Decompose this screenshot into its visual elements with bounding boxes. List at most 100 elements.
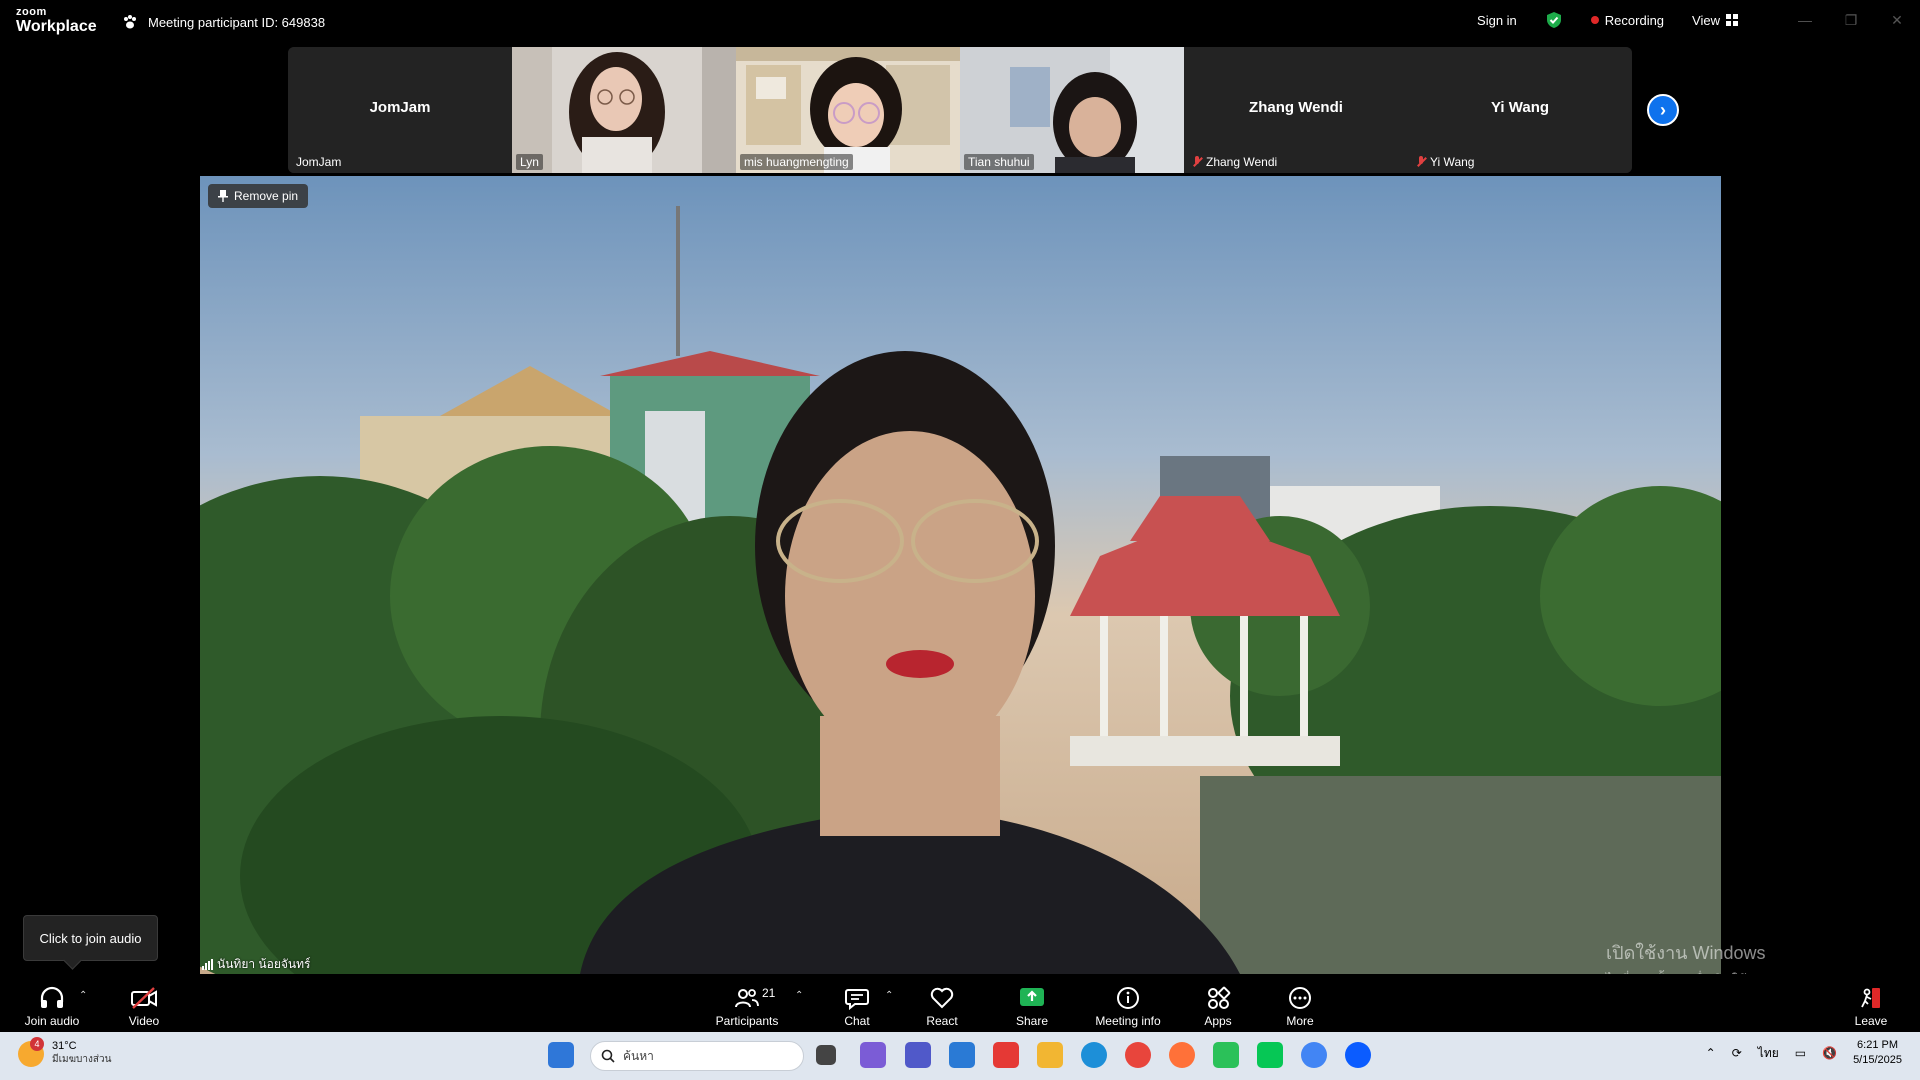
share-button[interactable]: Share bbox=[1014, 980, 1050, 1028]
recording-indicator[interactable]: Recording bbox=[1577, 0, 1678, 40]
tile-display-name: Zhang Wendi bbox=[1249, 99, 1343, 116]
copilot-icon[interactable] bbox=[860, 1042, 886, 1068]
participant-tile-tianshuhui[interactable]: Tian shuhui bbox=[960, 47, 1184, 173]
minimize-icon[interactable]: — bbox=[1782, 0, 1828, 40]
remove-pin-label: Remove pin bbox=[234, 189, 299, 203]
search-placeholder: ค้นหา bbox=[623, 1048, 654, 1063]
wechat-icon[interactable] bbox=[1213, 1042, 1239, 1068]
firefox-icon[interactable] bbox=[1169, 1042, 1195, 1068]
next-page-chevron-icon[interactable]: › bbox=[1647, 94, 1679, 126]
pin-icon bbox=[218, 190, 228, 202]
signal-bars-icon bbox=[202, 959, 213, 970]
anydesk-icon[interactable] bbox=[993, 1042, 1019, 1068]
chat-options-chevron-icon[interactable]: ⌃ bbox=[885, 990, 893, 1001]
clock-date: 5/15/2025 bbox=[1853, 1054, 1902, 1066]
remove-pin-button[interactable]: Remove pin bbox=[208, 184, 309, 208]
tile-name-tag: Yi Wang bbox=[1412, 154, 1478, 170]
file-explorer-icon[interactable] bbox=[1037, 1042, 1063, 1068]
sync-icon[interactable]: ⟳ bbox=[1732, 1046, 1742, 1060]
heart-icon bbox=[930, 987, 954, 1009]
chrome-profile-icon[interactable] bbox=[1301, 1042, 1327, 1068]
participants-options-chevron-icon[interactable]: ⌃ bbox=[795, 990, 803, 1001]
participant-tile-zhangwendi[interactable]: Zhang Wendi Zhang Wendi bbox=[1184, 47, 1408, 173]
input-language[interactable]: ไทย bbox=[1758, 1044, 1779, 1063]
close-icon[interactable]: ✕ bbox=[1874, 0, 1920, 40]
task-view-icon[interactable] bbox=[816, 1045, 836, 1065]
taskbar-search[interactable]: ค้นหา bbox=[590, 1041, 804, 1071]
mic-muted-icon bbox=[1192, 156, 1202, 168]
meeting-id-text: Meeting participant ID: 649838 bbox=[148, 14, 326, 30]
sign-in-button[interactable]: Sign in bbox=[1463, 0, 1531, 40]
tile-name-tag: JomJam bbox=[292, 154, 345, 170]
apps-label: Apps bbox=[1204, 1014, 1232, 1028]
info-icon bbox=[1117, 987, 1139, 1009]
zoom-app-icon[interactable] bbox=[1345, 1042, 1371, 1068]
network-icon[interactable]: ▭ bbox=[1795, 1046, 1806, 1060]
tile-label: Lyn bbox=[520, 155, 539, 169]
mic-muted-icon bbox=[1416, 156, 1426, 168]
tile-name-tag: Zhang Wendi bbox=[1188, 154, 1281, 170]
windows-taskbar: 4 31°C มีเมฆบางส่วน ค้นหา ⌃ ⟳ ไทย ▭ 🔇 6:… bbox=[0, 1032, 1920, 1080]
speaker-name-text: นันทิยา น้อยจันทร์ bbox=[217, 957, 311, 971]
clock-time: 6:21 PM bbox=[1857, 1039, 1899, 1051]
title-bar: zoom Workplace Meeting participant ID: 6… bbox=[0, 0, 1920, 44]
leave-label: Leave bbox=[1854, 1014, 1888, 1028]
chrome-icon[interactable] bbox=[1125, 1042, 1151, 1068]
react-label: React bbox=[926, 1014, 958, 1028]
participant-tile-lyn[interactable]: Lyn bbox=[512, 47, 736, 173]
tile-display-name: JomJam bbox=[369, 99, 431, 116]
view-label: View bbox=[1692, 12, 1720, 28]
more-button[interactable]: More bbox=[1285, 980, 1315, 1028]
edge-icon[interactable] bbox=[1081, 1042, 1107, 1068]
headphones-icon bbox=[40, 986, 64, 1008]
meeting-id-indicator[interactable]: Meeting participant ID: 649838 bbox=[122, 12, 325, 32]
chat-label: Chat bbox=[844, 1014, 870, 1028]
restore-icon[interactable]: ❐ bbox=[1828, 0, 1874, 40]
join-audio-tooltip: Click to join audio bbox=[23, 915, 158, 961]
shield-check-icon bbox=[1546, 12, 1561, 28]
share-screen-icon bbox=[1020, 988, 1044, 1006]
participant-tile-huangmengting[interactable]: mis huangmengting bbox=[736, 47, 960, 173]
pinned-speaker-video[interactable] bbox=[200, 176, 1721, 974]
line-icon[interactable] bbox=[1257, 1042, 1283, 1068]
audio-options-chevron-icon[interactable]: ⌃ bbox=[79, 990, 87, 1001]
participant-video-lyn bbox=[512, 47, 736, 173]
leave-button[interactable]: Leave bbox=[1854, 980, 1888, 1028]
weather-desc: มีเมฆบางส่วน bbox=[52, 1054, 112, 1065]
apps-icon bbox=[1208, 986, 1231, 1009]
leave-icon bbox=[1861, 988, 1880, 1008]
video-off-icon bbox=[131, 987, 157, 1009]
participants-paw-icon bbox=[124, 15, 136, 29]
apps-button[interactable]: Apps bbox=[1202, 980, 1234, 1028]
grid-icon bbox=[1726, 14, 1738, 26]
tray-chevron-up-icon[interactable]: ⌃ bbox=[1706, 1046, 1716, 1060]
logo-small-text: zoom bbox=[16, 6, 47, 18]
video-button[interactable]: Video bbox=[124, 980, 164, 1028]
share-label: Share bbox=[1015, 1014, 1049, 1028]
security-shield[interactable] bbox=[1531, 0, 1577, 40]
tile-label: Yi Wang bbox=[1430, 155, 1475, 169]
weather-widget[interactable]: 4 31°C มีเมฆบางส่วน bbox=[18, 1036, 112, 1067]
tooltip-text: Click to join audio bbox=[39, 930, 142, 946]
more-label: More bbox=[1286, 1014, 1314, 1028]
speaker-video-frame bbox=[200, 176, 1721, 974]
view-button[interactable]: View bbox=[1678, 0, 1752, 40]
tile-label: mis huangmengting bbox=[744, 155, 849, 169]
meeting-info-button[interactable]: Meeting info bbox=[1092, 980, 1164, 1028]
participant-tile-yiwang[interactable]: Yi Wang Yi Wang bbox=[1408, 47, 1632, 173]
store-icon[interactable] bbox=[949, 1042, 975, 1068]
tile-name-tag: Lyn bbox=[516, 154, 543, 170]
react-button[interactable]: React bbox=[925, 980, 959, 1028]
join-audio-button[interactable]: Join audio bbox=[22, 980, 82, 1028]
chat-button[interactable]: Chat bbox=[840, 980, 874, 1028]
participants-icon bbox=[735, 989, 759, 1008]
teams-icon[interactable] bbox=[905, 1042, 931, 1068]
volume-muted-icon[interactable]: 🔇 bbox=[1822, 1046, 1837, 1060]
logo-big-text: Workplace bbox=[16, 18, 97, 35]
more-dots-icon bbox=[1289, 987, 1311, 1009]
participant-tile-jomjam[interactable]: JomJam JomJam bbox=[288, 47, 512, 173]
weather-badge: 4 bbox=[30, 1036, 44, 1051]
participant-count: 21 bbox=[762, 986, 776, 1000]
taskbar-clock[interactable]: 6:21 PM 5/15/2025 bbox=[1853, 1038, 1902, 1068]
windows-start-icon[interactable] bbox=[548, 1042, 574, 1068]
